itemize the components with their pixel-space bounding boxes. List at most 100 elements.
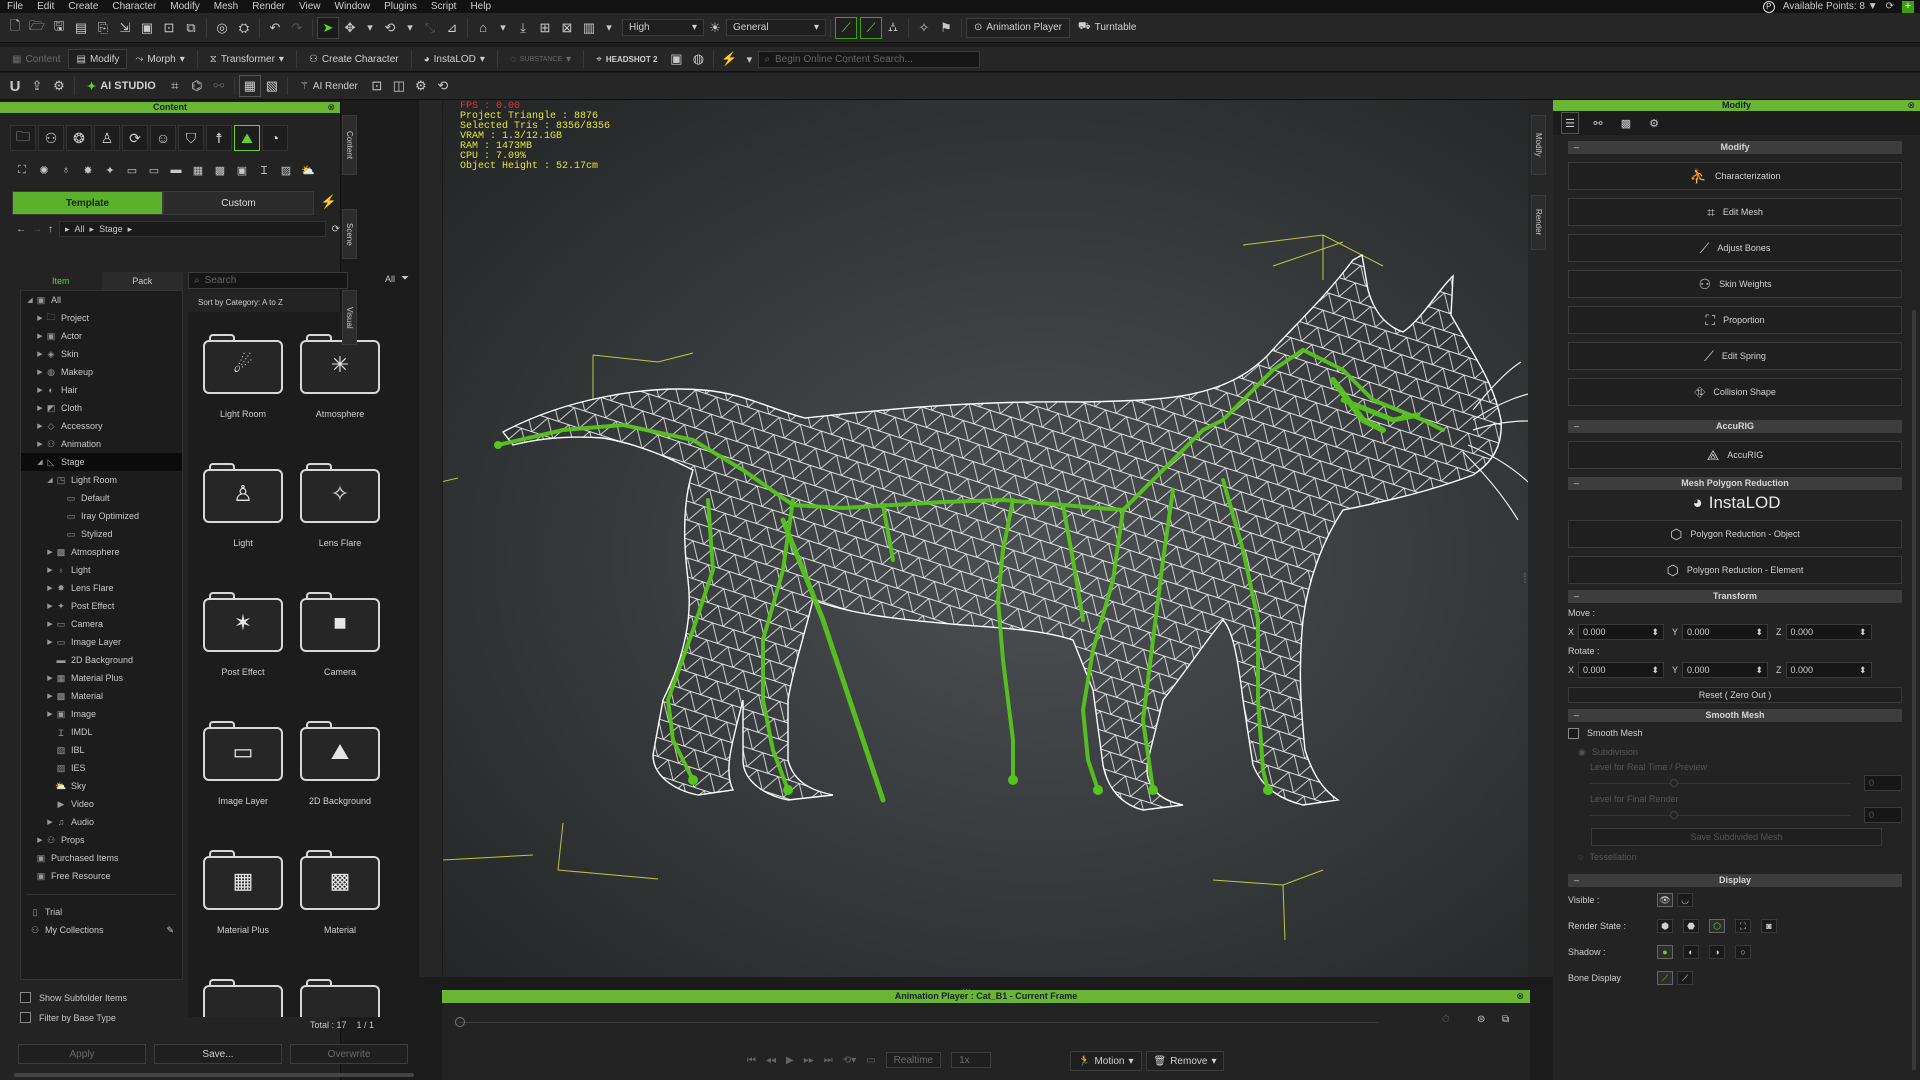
select-icon[interactable]: ➤ (317, 16, 339, 39)
slider-thumb[interactable] (1670, 778, 1678, 787)
slider-thumb[interactable] (1670, 810, 1678, 819)
rotate-x-input[interactable]: 0.000 ⬍ (1578, 662, 1665, 678)
edit-mesh-button[interactable]: ⌗ Edit Mesh (1568, 198, 1902, 226)
spinner-icon[interactable]: ⬍ (1859, 627, 1867, 638)
tree-item-props[interactable]: ▶ ⚇ Props (21, 831, 182, 849)
expand-arrow-icon[interactable]: ▶ (45, 602, 55, 610)
proportion-button[interactable]: ⛶ Proportion (1568, 306, 1902, 334)
polygon-reduction-element-button[interactable]: ⬡ Polygon Reduction - Element (1568, 556, 1902, 584)
rotate-dropdown-icon[interactable]: ▾ (401, 17, 419, 39)
speed-select[interactable]: 1x (951, 1052, 992, 1068)
content-search-input[interactable]: ⌕ Search (188, 272, 348, 289)
content-item-material[interactable]: ▩ Material (295, 848, 385, 968)
create-character-button[interactable]: ⚇ Create Character (301, 49, 407, 69)
apply-button[interactable]: Apply (18, 1044, 146, 1064)
upload-icon[interactable]: ⇪ (26, 75, 48, 97)
render-icon[interactable]: ◎ (211, 17, 233, 39)
shadow-cast-icon[interactable]: ● (1657, 945, 1673, 959)
snap-icon[interactable]: ⊞ (534, 17, 556, 39)
expand-arrow-icon[interactable]: ▶ (45, 710, 55, 718)
actor-category-icon[interactable]: ⚇ (38, 125, 64, 151)
sky-sub-icon[interactable]: ⛅ (299, 159, 317, 181)
tree-item-project[interactable]: ▶ 🗀 Project (21, 309, 182, 327)
load-icon[interactable]: ▣ (136, 17, 158, 39)
flare-sub-icon[interactable]: ✸ (79, 159, 97, 181)
tree-item-image[interactable]: ▶ ▣ Image (21, 705, 182, 723)
tab-item[interactable]: Item (20, 276, 102, 286)
tree-item-all[interactable]: ◢ ▣ All (21, 291, 182, 309)
tree-item-sky[interactable]: ⛅ Sky (21, 777, 182, 795)
3d-viewport[interactable]: ⁞ ⁞ (443, 100, 1528, 977)
menu-render[interactable]: Render (245, 1, 292, 12)
skin-weights-button[interactable]: ⚇ Skin Weights (1568, 270, 1902, 298)
play-icon[interactable]: ▶ (786, 1055, 794, 1066)
content-item-material-plus[interactable]: ▦ Material Plus (198, 848, 288, 968)
import-icon[interactable]: ⇲ (114, 17, 136, 39)
shadow-receive-icon[interactable]: ◐ (1683, 945, 1699, 959)
skip-end-icon[interactable]: ⏭ (824, 1055, 833, 1066)
tree-item-cloth[interactable]: ▶ ◩ Cloth (21, 399, 182, 417)
light-sub-icon[interactable]: ♁ (57, 159, 75, 181)
camera-view-icon[interactable]: ⊜ (1477, 1014, 1485, 1025)
menu-script[interactable]: Script (424, 1, 464, 12)
tree-item-stylized[interactable]: ▭ Stylized (21, 525, 182, 543)
render-wireframe-icon[interactable]: ⬡ (1709, 919, 1725, 933)
stage-category-icon[interactable]: ⛰ (234, 125, 260, 151)
pose-icon[interactable]: ✧ (913, 17, 935, 39)
quality-select[interactable]: High ▾ (622, 19, 704, 36)
expand-arrow-icon[interactable]: ▶ (45, 584, 55, 592)
expand-arrow-icon[interactable]: ▶ (45, 638, 55, 646)
project-icon[interactable]: ⊡ (158, 17, 180, 39)
settings-gear-icon[interactable]: ⚙ (48, 75, 70, 97)
bone-display-icon[interactable]: ⟋ (860, 16, 882, 39)
bone-hide-icon[interactable]: ⟋ (1677, 971, 1693, 985)
expand-arrow-icon[interactable]: ▶ (45, 566, 55, 574)
material-sub-icon[interactable]: ▩ (211, 159, 229, 181)
clothing-category-icon[interactable]: ♙ (94, 125, 120, 151)
effect-sub-icon[interactable]: ✦ (101, 159, 119, 181)
tree-item-skin[interactable]: ▶ ◈ Skin (21, 345, 182, 363)
visible-on-icon[interactable]: 👁 (1657, 893, 1673, 907)
morph-button[interactable]: ⤳ Morph ▾ (127, 49, 192, 69)
tree-item-actor[interactable]: ▶ ▣ Actor (21, 327, 182, 345)
menu-character[interactable]: Character (105, 1, 163, 12)
tab-pack[interactable]: Pack (101, 272, 183, 290)
save-subdivided-mesh-button[interactable]: Save Subdivided Mesh (1591, 828, 1882, 846)
expand-arrow-icon[interactable]: ▶ (45, 692, 55, 700)
content-item-image-layer[interactable]: ▭ Image Layer (198, 719, 288, 839)
home-icon[interactable]: ⌂ (472, 17, 494, 39)
bone-mode-icon[interactable]: ⟋ (835, 16, 857, 39)
move-z-input[interactable]: 0.000 ⬍ (1785, 624, 1872, 640)
shading-mode-select[interactable]: General ▾ (726, 19, 826, 36)
horizontal-scrollbar[interactable] (14, 1073, 414, 1077)
home-dropdown-icon[interactable]: ▾ (494, 17, 512, 39)
back-arrow-icon[interactable]: ← (16, 224, 26, 235)
tab-custom[interactable]: Custom (163, 191, 314, 215)
tab-template[interactable]: Template (12, 191, 163, 215)
camera-sub-icon[interactable]: ▭ (123, 159, 141, 181)
expand-arrow-icon[interactable]: ◢ (35, 458, 45, 466)
tree-item-post-effect[interactable]: ▶ ✦ Post Effect (21, 597, 182, 615)
remove-button[interactable]: 🗑 Remove ▾ (1145, 1051, 1225, 1071)
shadow-both-icon[interactable]: ◑ (1709, 945, 1725, 959)
content-item-lens-flare[interactable]: ✧ Lens Flare (295, 461, 385, 581)
timeline-track[interactable] (458, 1022, 1378, 1023)
grid-icon[interactable]: ⊠ (556, 17, 578, 39)
rotate-icon[interactable]: ⟲ (379, 17, 401, 39)
expand-arrow-icon[interactable]: ▶ (35, 368, 45, 376)
content-plugin-icon[interactable]: ⚡ (318, 191, 340, 213)
add-points-button[interactable]: + (1902, 0, 1914, 13)
scene-category-icon[interactable]: ◔ (262, 125, 288, 151)
imdl-sub-icon[interactable]: Ɪ (255, 159, 273, 181)
gear-small-icon[interactable]: ⚙ (410, 75, 432, 97)
up-arrow-icon[interactable]: ↑ (48, 224, 53, 235)
save-icon[interactable]: 🖫 (48, 17, 70, 39)
content-item-2d-background[interactable]: ⛰ 2D Background (295, 719, 385, 839)
animation-player-button[interactable]: ⊙ Animation Player (966, 17, 1070, 38)
pivot-icon[interactable]: ⊿ (441, 17, 463, 39)
align-bottom-icon[interactable]: ⤓ (512, 17, 534, 39)
content-item-atmosphere[interactable]: ✳ Atmosphere (295, 332, 385, 452)
accurig-button[interactable]: ⟁ AccuRIG (1568, 441, 1902, 469)
smooth-mesh-checkbox[interactable] (1568, 727, 1579, 739)
tree-item-lens-flare[interactable]: ▶ ✸ Lens Flare (21, 579, 182, 597)
